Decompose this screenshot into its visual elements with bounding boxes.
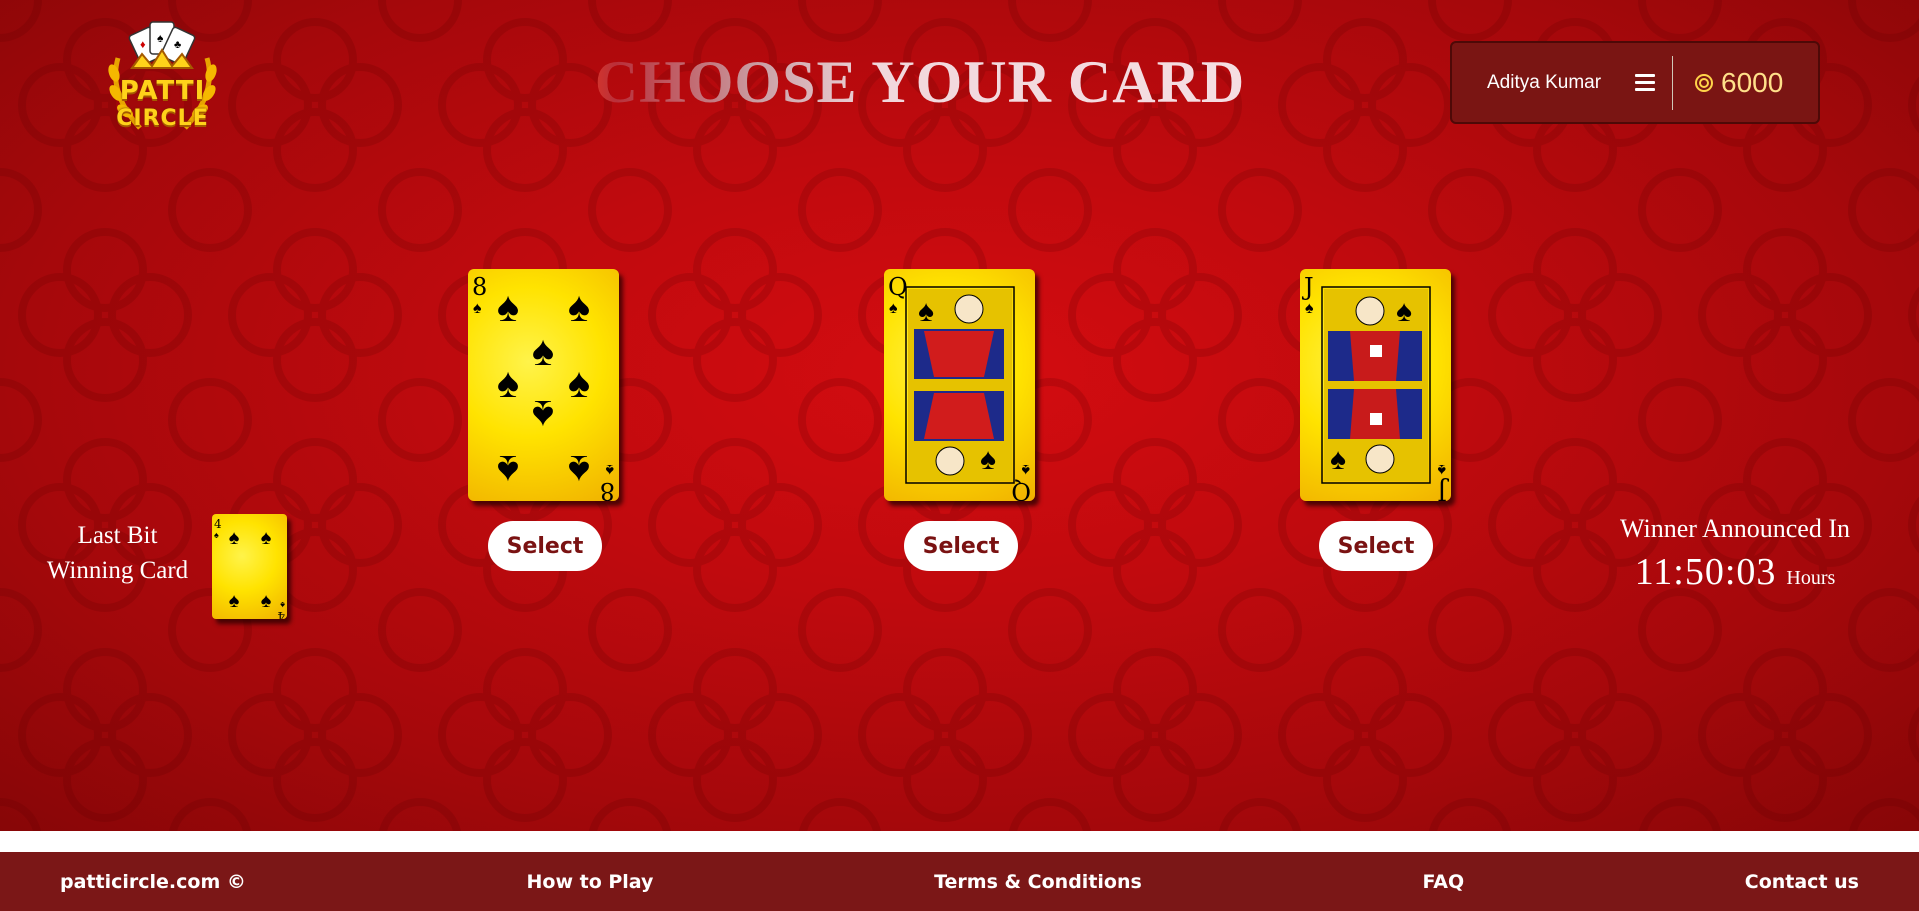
svg-text:♠: ♠: [1437, 461, 1446, 478]
footer-faq-link[interactable]: FAQ: [1422, 871, 1464, 893]
queen-of-spades-icon: Q ♠ ♠ ♠ Q ♠: [888, 273, 1031, 501]
svg-text:J: J: [1437, 477, 1450, 501]
hamburger-menu-icon[interactable]: [1635, 73, 1657, 92]
svg-text:♠: ♠: [532, 327, 554, 374]
svg-text:♠: ♠: [229, 527, 240, 549]
svg-text:♠: ♠: [1021, 461, 1030, 478]
footer-how-to-play-link[interactable]: How to Play: [527, 871, 654, 893]
svg-text:♠: ♠: [568, 447, 590, 494]
patti-circle-logo[interactable]: ♦ ♠ ♣ PATTI CIRCLE: [100, 18, 225, 143]
svg-text:4: 4: [214, 517, 222, 531]
svg-text:Q: Q: [1011, 477, 1031, 501]
svg-text:♠: ♠: [261, 527, 272, 549]
four-of-spades-icon: 4 ♠ ♠ ♠ ♠ ♠ 4 ♠: [214, 517, 285, 619]
select-card-1-button[interactable]: Select: [488, 521, 602, 571]
footer: patticircle.com © How to Play Terms & Co…: [0, 852, 1919, 911]
svg-text:♠: ♠: [497, 359, 519, 406]
svg-text:♠: ♠: [605, 461, 614, 478]
card-jack-spades[interactable]: J ♠ ♠ ♠ J ♠: [1300, 269, 1451, 501]
game-board: ♦ ♠ ♣ PATTI CIRCLE CHOOSE YOUR CARD Adit…: [0, 0, 1919, 831]
footer-contact-link[interactable]: Contact us: [1745, 871, 1859, 893]
svg-text:♠: ♠: [889, 300, 898, 317]
card-queen-spades[interactable]: Q ♠ ♠ ♠ Q ♠: [884, 269, 1035, 501]
coin-icon: [1695, 73, 1713, 92]
svg-text:♠: ♠: [261, 590, 272, 612]
logo-text-line2: CIRCLE: [116, 106, 209, 131]
coin-balance: 6000: [1721, 66, 1784, 98]
winner-announced-label: Winner Announced In: [1619, 514, 1850, 543]
svg-text:♠: ♠: [568, 283, 590, 330]
footer-terms-link[interactable]: Terms & Conditions: [934, 871, 1142, 893]
svg-text:♠: ♠: [280, 600, 285, 610]
svg-text:Q: Q: [888, 273, 908, 301]
svg-text:♠: ♠: [532, 392, 554, 439]
user-panel-divider: [1672, 55, 1673, 110]
user-name: Aditya Kumar: [1487, 71, 1602, 93]
user-panel: Aditya Kumar 6000: [1450, 41, 1820, 124]
svg-text:♠: ♠: [473, 300, 482, 317]
svg-text:J: J: [1301, 273, 1314, 301]
jack-of-spades-icon: J ♠ ♠ ♠ J ♠: [1301, 273, 1450, 501]
svg-text:♠: ♠: [1305, 300, 1314, 317]
countdown: 11:50:03 Hours: [1590, 550, 1880, 594]
last-bit-label-line1: Last Bit: [77, 522, 158, 549]
countdown-unit: Hours: [1786, 567, 1836, 589]
svg-text:♠: ♠: [157, 31, 164, 45]
svg-text:♦: ♦: [140, 39, 146, 51]
countdown-timer: 11:50:03: [1634, 551, 1777, 593]
svg-text:♠: ♠: [497, 447, 519, 494]
svg-text:♠: ♠: [918, 295, 934, 328]
last-bit-label: Last Bit Winning Card: [30, 518, 205, 588]
card-8-spades[interactable]: 8 ♠ ♠ ♠ ♠ ♠ ♠ ♠ ♠ ♠ 8 ♠: [468, 269, 619, 501]
svg-text:♠: ♠: [1396, 295, 1412, 328]
svg-text:♠: ♠: [497, 283, 519, 330]
eight-of-spades-icon: 8 ♠ ♠ ♠ ♠ ♠ ♠ ♠ ♠ ♠ 8 ♠: [472, 273, 615, 501]
svg-text:♣: ♣: [174, 39, 181, 51]
logo-text-line1: PATTI: [119, 76, 206, 106]
last-winning-card: 4 ♠ ♠ ♠ ♠ ♠ 4 ♠: [212, 514, 287, 619]
svg-text:♠: ♠: [1330, 443, 1346, 476]
svg-text:♠: ♠: [568, 359, 590, 406]
select-card-2-button[interactable]: Select: [904, 521, 1018, 571]
select-card-3-button[interactable]: Select: [1319, 521, 1433, 571]
page-title: CHOOSE YOUR CARD: [520, 48, 1320, 117]
footer-copyright-link[interactable]: patticircle.com ©: [60, 871, 246, 893]
last-bit-label-line2: Winning Card: [46, 557, 189, 584]
svg-text:8: 8: [600, 477, 615, 501]
svg-text:8: 8: [472, 273, 487, 301]
svg-text:♠: ♠: [214, 530, 219, 540]
svg-text:♠: ♠: [980, 443, 996, 476]
svg-text:♠: ♠: [229, 590, 240, 612]
